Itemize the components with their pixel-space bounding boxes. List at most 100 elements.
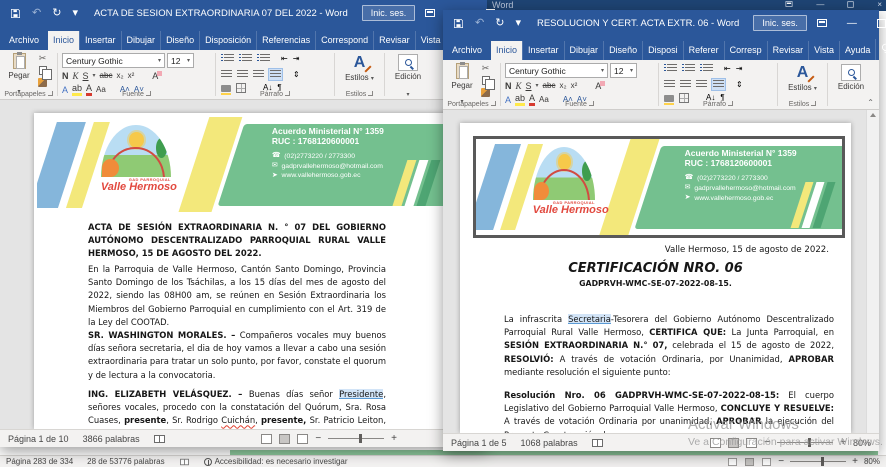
bold-button[interactable]: N bbox=[505, 82, 512, 91]
zoom-slider[interactable] bbox=[790, 461, 846, 462]
zoom-level[interactable]: 80% bbox=[864, 457, 880, 466]
numbering-icon[interactable] bbox=[682, 64, 695, 73]
redo-icon[interactable]: ↻ bbox=[495, 18, 504, 29]
copy-icon[interactable] bbox=[482, 76, 490, 85]
title-bar[interactable]: ↶ ↻ ▾ ACTA DE SESION EXTRAORDINARIA 07 D… bbox=[0, 0, 487, 26]
signin-button[interactable]: Inic. ses. bbox=[753, 15, 807, 31]
qat-customize-icon[interactable]: ▾ bbox=[72, 8, 78, 19]
tab-disposicion[interactable]: Disposición bbox=[199, 31, 256, 50]
tab-correspondencia[interactable]: Correspond bbox=[315, 31, 373, 50]
underline-dropdown-icon[interactable]: ▾ bbox=[536, 83, 539, 89]
multilevel-list-icon[interactable] bbox=[700, 64, 713, 73]
document-date[interactable]: Valle Hermoso, 15 de agosto de 2022. bbox=[665, 245, 829, 255]
underline-dropdown-icon[interactable]: ▾ bbox=[93, 73, 96, 79]
letterhead-selection-frame[interactable]: GAD PARROQUIALValle Hermoso Acuerdo Mini… bbox=[473, 136, 845, 238]
close-button[interactable]: × bbox=[877, 0, 882, 9]
align-left-icon[interactable] bbox=[664, 80, 675, 89]
undo-icon[interactable]: ↶ bbox=[475, 18, 484, 29]
acta-paragraph-3[interactable]: ING. ELIZABETH VELÁSQUEZ. – Buenas días … bbox=[88, 388, 386, 429]
save-icon[interactable] bbox=[453, 18, 464, 29]
editing-button[interactable]: Edición bbox=[385, 72, 431, 81]
bullets-icon[interactable] bbox=[664, 64, 677, 73]
word-count[interactable]: 3866 palabras bbox=[83, 434, 140, 444]
decrease-indent-icon[interactable]: ⇤ bbox=[281, 55, 288, 63]
qat-customize-icon[interactable]: ▾ bbox=[515, 18, 521, 29]
tab-referencias[interactable]: Referer bbox=[683, 41, 724, 60]
zoom-in-button[interactable]: + bbox=[391, 434, 397, 444]
editing-button[interactable]: Edición bbox=[828, 82, 874, 91]
vertical-scrollbar[interactable] bbox=[866, 110, 879, 433]
subscript-button[interactable]: x₂ bbox=[559, 82, 566, 90]
print-layout-icon[interactable] bbox=[279, 434, 290, 444]
align-center-icon[interactable] bbox=[237, 70, 248, 79]
styles-icon[interactable]: A bbox=[354, 55, 366, 71]
italic-button[interactable]: K bbox=[516, 82, 522, 91]
strikethrough-button[interactable]: abc bbox=[543, 82, 556, 90]
tab-dibujar[interactable]: Dibujar bbox=[564, 41, 604, 60]
page-indicator[interactable]: Página 1 de 10 bbox=[8, 434, 69, 444]
tab-ayuda[interactable]: Ayuda bbox=[839, 41, 875, 60]
document-page[interactable]: GAD PARROQUIALValle Hermoso Acuerdo Mini… bbox=[34, 113, 452, 429]
font-dialog-launcher[interactable] bbox=[589, 101, 594, 106]
strikethrough-button[interactable]: abc bbox=[100, 72, 113, 80]
proofing-errors-icon[interactable] bbox=[592, 439, 603, 447]
signin-button[interactable]: Inic. ses. bbox=[362, 5, 416, 21]
print-layout-icon[interactable] bbox=[745, 458, 754, 466]
zoom-out-button[interactable]: − bbox=[315, 434, 321, 444]
minimize-button[interactable]: — bbox=[816, 0, 824, 9]
tab-archivo[interactable]: Archivo bbox=[0, 31, 48, 50]
web-layout-icon[interactable] bbox=[297, 434, 308, 444]
line-spacing-icon[interactable]: ⇕ bbox=[293, 71, 300, 79]
styles-dialog-launcher[interactable] bbox=[368, 91, 373, 96]
tab-diseno[interactable]: Diseño bbox=[603, 41, 642, 60]
styles-dialog-launcher[interactable] bbox=[811, 101, 816, 106]
numbering-icon[interactable] bbox=[239, 54, 252, 63]
ribbon-collapse-icon[interactable]: ⌃ bbox=[867, 98, 874, 107]
accessibility-status[interactable]: Accesibilidad: es necesario investigar bbox=[215, 457, 348, 466]
tab-disposicion[interactable]: Disposi bbox=[642, 41, 683, 60]
subscript-button[interactable]: x₂ bbox=[116, 72, 123, 80]
tab-inicio[interactable]: Inicio bbox=[491, 41, 522, 60]
align-left-icon[interactable] bbox=[221, 70, 232, 79]
find-button[interactable] bbox=[841, 64, 861, 81]
font-size-combo[interactable]: 12▾ bbox=[167, 53, 194, 68]
page-indicator[interactable]: Página 283 de 334 bbox=[6, 457, 73, 466]
letterhead-image[interactable]: GAD PARROQUIALValle Hermoso Acuerdo Mini… bbox=[476, 139, 842, 235]
document-area[interactable]: GAD PARROQUIALValle Hermoso Acuerdo Mini… bbox=[0, 100, 487, 429]
styles-button[interactable]: Estilos ▾ bbox=[335, 73, 384, 82]
increase-indent-icon[interactable]: ⇥ bbox=[736, 65, 743, 73]
clipboard-dialog-launcher[interactable] bbox=[491, 101, 496, 106]
maximize-button[interactable] bbox=[867, 10, 886, 36]
line-spacing-icon[interactable]: ⇕ bbox=[736, 81, 743, 89]
zoom-out-button[interactable]: − bbox=[764, 438, 770, 448]
zoom-level[interactable]: 80% bbox=[853, 438, 871, 448]
justify-icon[interactable] bbox=[712, 79, 725, 90]
tab-insertar[interactable]: Insertar bbox=[522, 41, 564, 60]
superscript-button[interactable]: x² bbox=[571, 82, 578, 90]
read-mode-icon[interactable] bbox=[728, 458, 737, 466]
undo-icon[interactable]: ↶ bbox=[32, 8, 41, 19]
word-count[interactable]: 28 de 53776 palabras bbox=[87, 457, 164, 466]
tab-diseno[interactable]: Diseño bbox=[160, 31, 199, 50]
proofing-errors-icon[interactable] bbox=[154, 435, 165, 443]
multilevel-list-icon[interactable] bbox=[257, 54, 270, 63]
zoom-slider[interactable] bbox=[777, 442, 833, 443]
copy-icon[interactable] bbox=[39, 66, 47, 75]
tab-archivo[interactable]: Archivo bbox=[443, 41, 491, 60]
paragraph-dialog-launcher[interactable] bbox=[285, 91, 290, 96]
decrease-indent-icon[interactable]: ⇤ bbox=[724, 65, 731, 73]
italic-button[interactable]: K bbox=[73, 72, 79, 81]
ribbon-display-options-icon[interactable] bbox=[807, 10, 837, 36]
web-layout-icon[interactable] bbox=[762, 458, 771, 466]
cert-paragraph-2[interactable]: Resolución Nro. 06 GADPRVH-WMC-SE-07-202… bbox=[504, 389, 834, 433]
tab-correspondencia[interactable]: Corresp bbox=[724, 41, 767, 60]
clear-formatting-button[interactable]: A bbox=[595, 81, 601, 91]
certification-code[interactable]: GADPRVH-WMC-SE-07-2022-08-15. bbox=[460, 279, 851, 288]
maximize-button[interactable] bbox=[848, 1, 854, 7]
paragraph-dialog-launcher[interactable] bbox=[728, 101, 733, 106]
justify-icon[interactable] bbox=[269, 69, 282, 80]
scroll-up-icon[interactable] bbox=[870, 113, 876, 117]
clear-formatting-button[interactable]: A bbox=[152, 71, 158, 81]
zoom-out-button[interactable]: − bbox=[778, 457, 784, 467]
increase-indent-icon[interactable]: ⇥ bbox=[293, 55, 300, 63]
